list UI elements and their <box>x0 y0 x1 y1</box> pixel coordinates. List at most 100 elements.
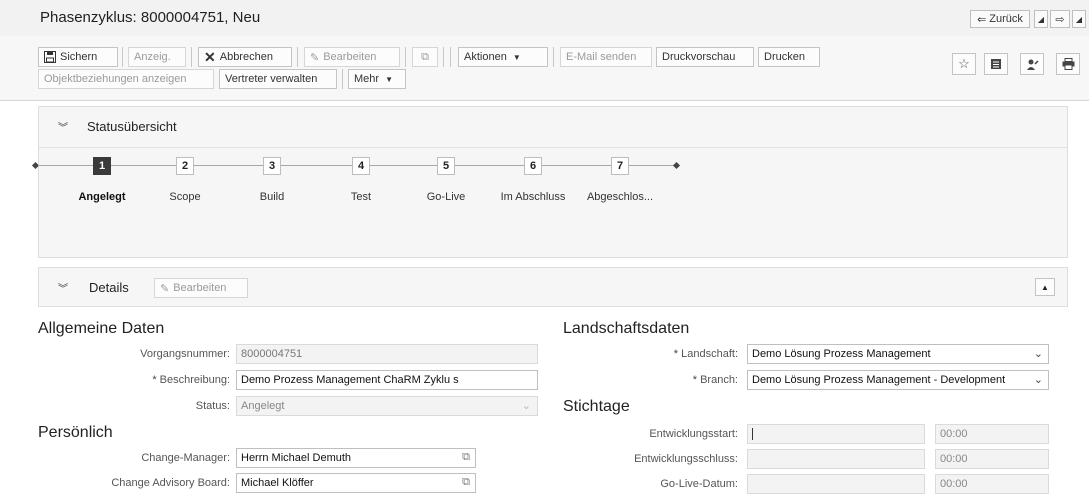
copy-button[interactable]: ⧉ <box>412 47 438 67</box>
collapse-button[interactable]: ▲ <box>1035 278 1055 296</box>
show-relations-button[interactable]: Objektbeziehungen anzeigen <box>38 69 214 89</box>
step-label: Abgeschlos... <box>586 191 654 203</box>
save-button[interactable]: Sichern <box>38 47 118 67</box>
dev-start-label: Entwicklungsstart: <box>649 428 738 440</box>
dates-section-title: Stichtage <box>563 398 630 415</box>
step-box[interactable]: 1 <box>93 157 111 175</box>
print-preview-button[interactable]: Druckvorschau <box>656 47 754 67</box>
golive-label: Go-Live-Datum: <box>660 478 738 490</box>
display-button[interactable]: Anzeig. <box>128 47 186 67</box>
manage-delegates-button[interactable]: Vertreter verwalten <box>219 69 337 89</box>
landscape-label-text: Landschaft: <box>681 348 738 360</box>
text-cursor <box>752 428 753 441</box>
more-menu-button[interactable]: Mehr ▼ <box>348 69 406 89</box>
corner-down-icon: ◢ <box>1037 14 1045 24</box>
step-box[interactable]: 7 <box>611 157 629 175</box>
arrow-left-icon: ⇐ <box>977 13 987 26</box>
status-select: Angelegt ⌄ <box>236 396 538 416</box>
save-label: Sichern <box>60 51 98 63</box>
landscape-label: * Landschaft: <box>560 348 738 360</box>
transaction-number-label: Vorgangsnummer: <box>140 348 230 360</box>
forward-dropdown-button[interactable]: ◢ <box>1072 10 1086 28</box>
favorite-button[interactable]: ☆ <box>952 53 976 75</box>
person-edit-icon <box>1026 59 1039 70</box>
step-box[interactable]: 6 <box>524 157 542 175</box>
dev-end-time-input[interactable]: 00:00 <box>935 449 1049 469</box>
golive-time-input[interactable]: 00:00 <box>935 474 1049 494</box>
details-panel-title: Details <box>89 280 129 295</box>
print-button[interactable]: Drucken <box>758 47 820 67</box>
step-label: Scope <box>169 191 201 203</box>
send-email-button[interactable]: E-Mail senden <box>560 47 652 67</box>
personalize-button[interactable] <box>1020 53 1044 75</box>
separator <box>405 47 406 67</box>
cab-label: Change Advisory Board: <box>111 477 230 489</box>
step-label: Go-Live <box>426 191 466 203</box>
notes-button[interactable] <box>984 53 1008 75</box>
dev-start-date-input[interactable] <box>747 424 925 444</box>
description-label: * Beschreibung: <box>60 374 230 386</box>
chevron-down-icon: ⌄ <box>1031 373 1043 386</box>
cancel-label: Abbrechen <box>219 51 273 63</box>
step-label: Build <box>259 191 285 203</box>
dropdown-arrow-icon: ▼ <box>512 52 521 62</box>
transaction-number-field: 8000004751 <box>236 344 538 364</box>
branch-label: * Branch: <box>560 374 738 386</box>
dev-end-date-input[interactable] <box>747 449 925 469</box>
change-manager-value: Herrn Michael Demuth <box>241 452 352 464</box>
landscape-select[interactable]: Demo Lösung Prozess Management ⌄ <box>747 344 1049 364</box>
chevron-down-icon: ︾ <box>58 123 68 134</box>
status-overview-panel: ︾ Statusübersicht <box>38 106 1068 258</box>
step-box[interactable]: 4 <box>352 157 370 175</box>
general-section-title: Allgemeine Daten <box>38 320 165 337</box>
forward-button[interactable]: ⇨ <box>1050 10 1070 28</box>
back-button-label: Zurück <box>989 13 1023 25</box>
actions-menu-button[interactable]: Aktionen ▼ <box>458 47 548 67</box>
actions-label: Aktionen <box>464 51 507 63</box>
step-box[interactable]: 2 <box>176 157 194 175</box>
edit-button[interactable]: ✎ Bearbeiten <box>304 47 400 67</box>
description-input[interactable]: Demo Prozess Management ChaRM Zyklu s <box>236 370 538 390</box>
copy-icon: ⧉ <box>421 50 429 63</box>
step-label: Angelegt <box>78 191 126 203</box>
cab-input[interactable]: Michael Klöffer ⧉ <box>236 473 476 493</box>
landscape-value: Demo Lösung Prozess Management <box>752 348 931 360</box>
cancel-button[interactable]: ✕ Abbrechen <box>198 47 292 67</box>
value-help-icon[interactable]: ⧉ <box>462 451 470 464</box>
change-manager-input[interactable]: Herrn Michael Demuth ⧉ <box>236 448 476 468</box>
edit-icon: ✎ <box>160 282 170 295</box>
dropdown-arrow-icon: ▼ <box>385 74 393 84</box>
more-label: Mehr <box>354 73 380 85</box>
page-title: Phasenzyklus: 8000004751, Neu <box>40 9 261 26</box>
details-panel-header[interactable]: ︾ Details ✎ Bearbeiten ▲ <box>38 267 1068 307</box>
change-manager-label: Change-Manager: <box>141 452 230 464</box>
dev-end-label: Entwicklungsschluss: <box>634 453 738 465</box>
details-edit-label: Bearbeiten <box>173 282 227 294</box>
printer-button[interactable] <box>1056 53 1080 75</box>
step-label: Test <box>350 191 372 203</box>
description-label-text: Beschreibung: <box>159 374 230 386</box>
corner-down-icon: ◢ <box>1075 14 1083 24</box>
step-label: Im Abschluss <box>500 191 566 203</box>
required-marker: * <box>692 374 698 386</box>
chevron-down-icon: ⌄ <box>521 400 531 412</box>
separator <box>122 47 123 67</box>
golive-date-input[interactable] <box>747 474 925 494</box>
step-box[interactable]: 5 <box>437 157 455 175</box>
cab-value: Michael Klöffer <box>241 477 314 489</box>
details-edit-button[interactable]: ✎ Bearbeiten <box>154 278 248 298</box>
status-panel-header[interactable]: ︾ Statusübersicht <box>39 107 1067 148</box>
step-box[interactable]: 3 <box>263 157 281 175</box>
history-dropdown-button[interactable]: ◢ <box>1034 10 1048 28</box>
branch-select[interactable]: Demo Lösung Prozess Management - Develop… <box>747 370 1049 390</box>
chevron-down-icon: ⌄ <box>1033 348 1043 360</box>
back-button[interactable]: ⇐ Zurück <box>970 10 1030 28</box>
chevron-down-icon: ︾ <box>58 284 68 295</box>
separator <box>342 69 343 89</box>
dev-start-time-input[interactable]: 00:00 <box>935 424 1049 444</box>
value-help-icon[interactable]: ⧉ <box>462 476 470 489</box>
required-marker: * <box>152 374 157 386</box>
floppy-disk-icon <box>44 51 56 63</box>
star-icon: ☆ <box>958 56 970 71</box>
close-icon: ✕ <box>204 48 216 65</box>
